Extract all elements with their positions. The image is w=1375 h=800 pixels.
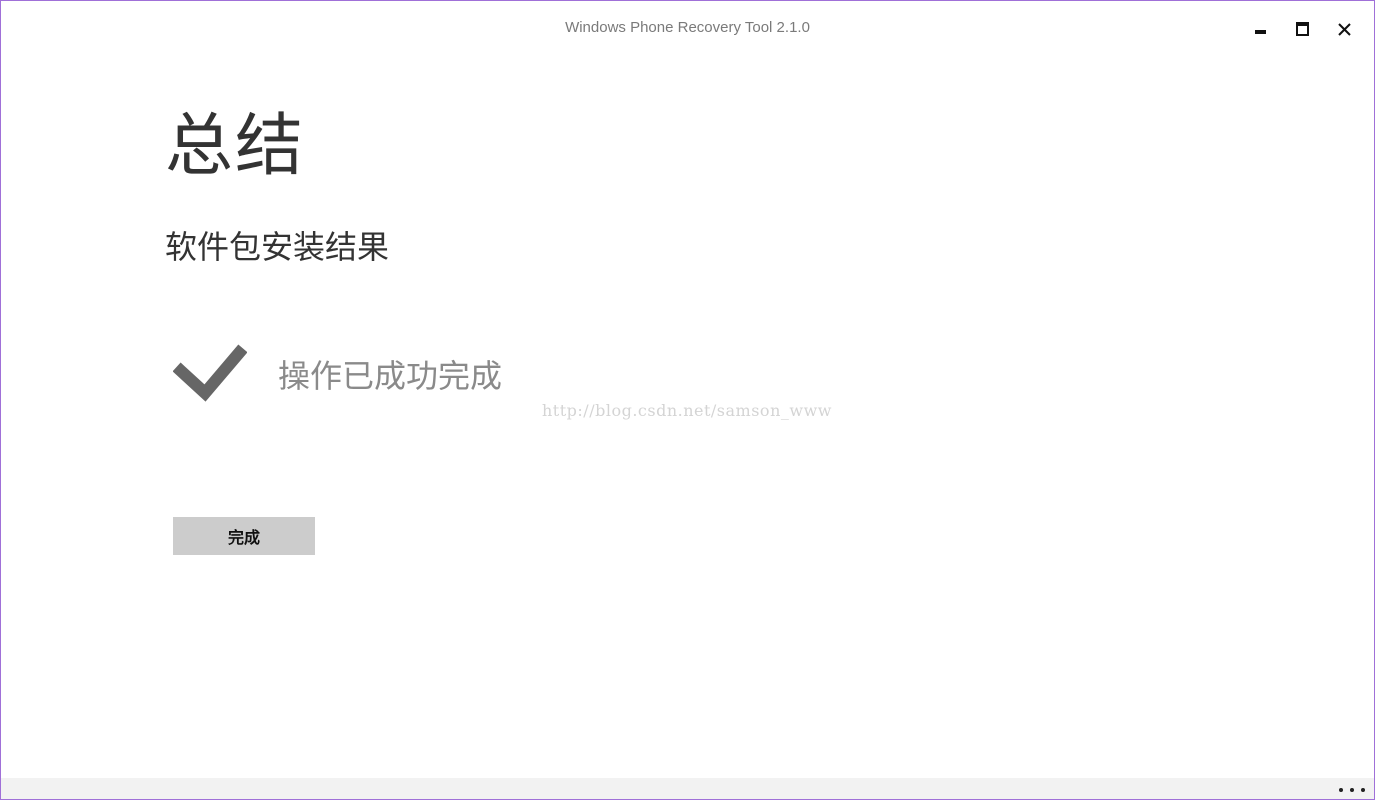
app-window: Windows Phone Recovery Tool 2.1.0 总结 软件包… [0, 0, 1375, 800]
status-message: 操作已成功完成 [278, 357, 503, 395]
maximize-icon [1295, 22, 1309, 36]
page-title: 总结 [165, 107, 306, 186]
app-bar [1, 778, 1374, 799]
maximize-button[interactable] [1287, 15, 1317, 43]
more-options-icon [1350, 788, 1354, 792]
close-button[interactable] [1329, 15, 1359, 43]
close-icon [1337, 22, 1351, 36]
watermark: http://blog.csdn.net/samson_www [542, 401, 832, 420]
more-options-icon [1361, 788, 1365, 792]
more-options-button[interactable] [1339, 784, 1365, 796]
minimize-button[interactable] [1245, 15, 1275, 43]
page-subtitle: 软件包安装结果 [165, 228, 390, 266]
title-bar[interactable]: Windows Phone Recovery Tool 2.1.0 [1, 1, 1374, 57]
minimize-icon [1254, 30, 1266, 34]
done-button[interactable]: 完成 [173, 517, 315, 555]
checkmark-icon [173, 344, 247, 402]
window-title: Windows Phone Recovery Tool 2.1.0 [565, 19, 810, 36]
more-options-icon [1339, 788, 1343, 792]
